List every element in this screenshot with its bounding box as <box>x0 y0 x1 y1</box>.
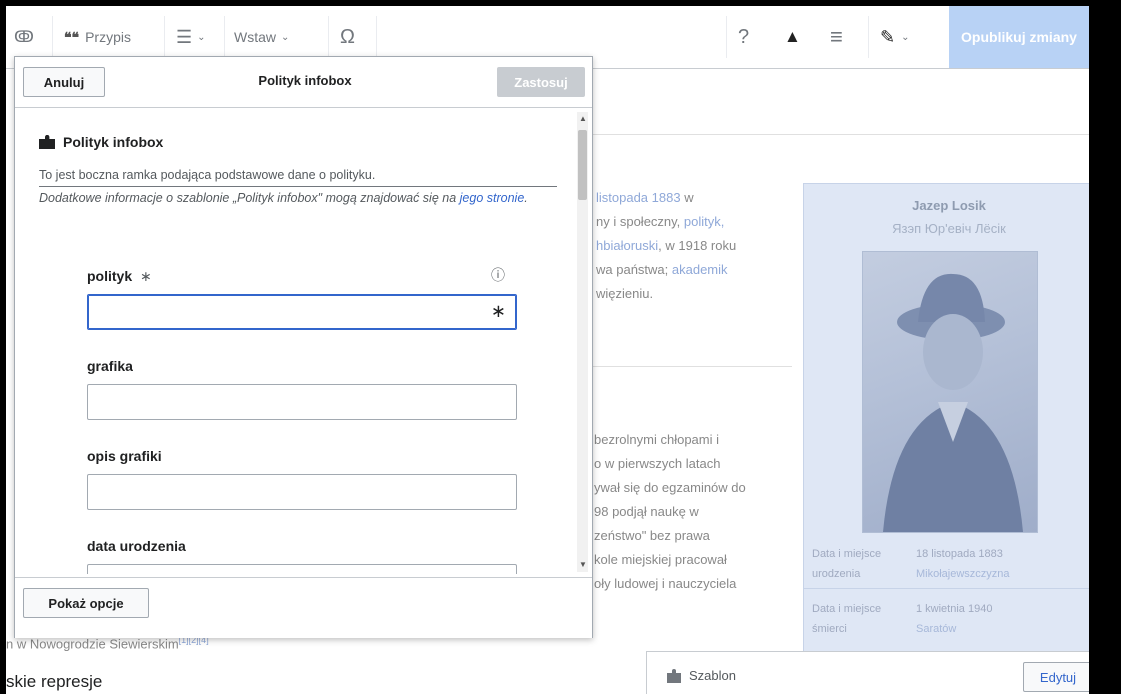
toolbar-separator <box>726 16 727 58</box>
infobox-death-value: 1 kwietnia 1940 Saratów <box>916 599 992 639</box>
description-divider <box>39 186 557 187</box>
article-paragraph: bezrolnymi chłopami i o w pierwszych lat… <box>594 428 746 596</box>
dialog-scrollbar[interactable]: ▲ ▼ <box>577 112 588 572</box>
section-divider <box>592 366 792 367</box>
infobox-native-name: Язэп Юр'евіч Лёсік <box>892 221 1006 236</box>
deathplace-link[interactable]: Saratów <box>916 619 992 639</box>
dialog-footer: Pokaż opcje <box>15 577 592 638</box>
template-description: To jest boczna ramka podająca podstawowe… <box>39 168 376 182</box>
infobox-death-label: Data i miejsce śmierci <box>812 603 882 635</box>
toolbar-separator <box>868 16 869 58</box>
template-page-link[interactable]: jego stronie <box>460 191 525 205</box>
page-options-button[interactable]: ≡ <box>830 6 843 68</box>
article-line: ny i społeczny, polityk, <box>596 214 725 229</box>
scroll-down-icon[interactable]: ▼ <box>579 560 587 569</box>
article-line: zeństwo" bez prawa <box>594 528 710 543</box>
menu-icon: ≡ <box>830 24 843 49</box>
polityk-input[interactable]: ∗ <box>87 294 517 330</box>
editor-frame: ↂ ❝❝ Przypis ☰ ⌄ Wstaw ⌄ Ω ? ▲ ≡ ✎ ⌄ Opu… <box>6 6 1089 694</box>
birthplace-link[interactable]: Mikołajewszczyzna <box>916 564 1010 584</box>
article-link[interactable]: hbiałoruski <box>596 238 658 253</box>
chevron-down-icon: ⌄ <box>197 31 206 43</box>
section-divider <box>592 134 1089 135</box>
portrait-silhouette <box>883 273 1023 532</box>
article-line: hbiałoruski, w 1918 roku <box>596 238 737 253</box>
notices-button[interactable]: ▲ <box>784 6 801 68</box>
data-urodzenia-input[interactable] <box>87 564 517 574</box>
list-icon: ☰ <box>176 26 193 47</box>
toolbar-separator <box>224 16 225 58</box>
template-node-title: Szablon <box>667 668 736 683</box>
section-heading: skie represje <box>6 672 103 691</box>
infobox-birth-value: 18 listopada 1883 Mikołajewszczyzna <box>916 544 1010 584</box>
required-icon: ∗ <box>490 301 506 321</box>
info-icon[interactable]: ⓘ <box>491 265 505 285</box>
portrait-image <box>862 251 1038 533</box>
help-icon: ? <box>738 25 750 48</box>
scroll-up-icon[interactable]: ▲ <box>579 114 587 123</box>
toolbar-separator <box>164 16 165 58</box>
pencil-icon: ✎ <box>880 26 896 47</box>
field-label-opis-grafiki: opis grafiki <box>87 448 162 464</box>
insert-label: Wstaw <box>234 29 276 45</box>
template-node[interactable]: Szablon Edytuj <box>646 651 1089 694</box>
scrollbar-thumb[interactable] <box>578 130 587 200</box>
quote-icon: ❝❝ <box>64 28 80 45</box>
show-options-button[interactable]: Pokaż opcje <box>23 588 149 618</box>
cite-label: Przypis <box>85 29 131 45</box>
toolbar-separator <box>52 16 53 58</box>
apply-button[interactable]: Zastosuj <box>497 67 585 97</box>
dialog-title: Polityk infobox <box>258 73 352 88</box>
field-label-grafika: grafika <box>87 358 133 374</box>
publish-button[interactable]: Opublikuj zmiany <box>949 6 1089 68</box>
warning-icon: ▲ <box>784 27 801 46</box>
article-line: kole miejskiej pracował <box>594 552 727 567</box>
infobox: Jazep Losik Язэп Юр'евіч Лёсік Data i mi… <box>803 183 1089 685</box>
help-button[interactable]: ? <box>738 6 749 68</box>
template-info: Dodatkowe informacje o szablonie „Polity… <box>39 191 528 205</box>
article-link[interactable]: listopada 1883 <box>596 190 681 205</box>
chevron-down-icon: ⌄ <box>901 31 910 43</box>
article-line: bezrolnymi chłopami i <box>594 432 719 447</box>
dialog-header: Anuluj Polityk infobox Zastosuj <box>15 57 592 108</box>
puzzle-icon <box>39 135 55 149</box>
template-edit-button[interactable]: Edytuj <box>1023 662 1089 692</box>
article-line: wa państwa; akademik <box>596 262 728 277</box>
article-link[interactable]: akademik <box>672 262 728 277</box>
editor-switch-button[interactable]: ✎ ⌄ <box>880 6 909 68</box>
opis-grafiki-input[interactable] <box>87 474 517 510</box>
field-label-polityk: polityk ∗ <box>87 268 152 284</box>
article-line: 98 podjął naukę w <box>594 504 699 519</box>
article-line: więzieniu. <box>596 286 654 301</box>
infobox-name: Jazep Losik <box>912 198 986 213</box>
article-link[interactable]: polityk, <box>684 214 724 229</box>
required-icon: ∗ <box>140 268 152 284</box>
puzzle-icon <box>667 668 681 683</box>
toolbar-separator <box>376 16 377 58</box>
omega-icon: Ω <box>340 25 355 48</box>
article-line: o w pierwszych latach <box>594 456 721 471</box>
grafika-input[interactable] <box>87 384 517 420</box>
article-line: ywał się do egzaminów do <box>594 480 746 495</box>
field-label-data-urodzenia: data urodzenia <box>87 538 186 554</box>
toolbar-separator <box>328 16 329 58</box>
template-dialog: Anuluj Polityk infobox Zastosuj Polityk … <box>14 56 593 638</box>
article-paragraph: listopada 1883 w ny i społeczny, polityk… <box>596 186 736 306</box>
article-line: oły ludowej i nauczyciela <box>594 576 737 591</box>
infobox-divider <box>804 588 1089 589</box>
article-line: listopada 1883 w <box>596 190 694 205</box>
infobox-birth-label: Data i miejsce urodzenia <box>812 548 882 580</box>
chevron-down-icon: ⌄ <box>281 31 290 43</box>
dialog-body: Polityk infobox To jest boczna ramka pod… <box>15 108 575 574</box>
cancel-button[interactable]: Anuluj <box>23 67 105 97</box>
template-title: Polityk infobox <box>39 134 163 150</box>
